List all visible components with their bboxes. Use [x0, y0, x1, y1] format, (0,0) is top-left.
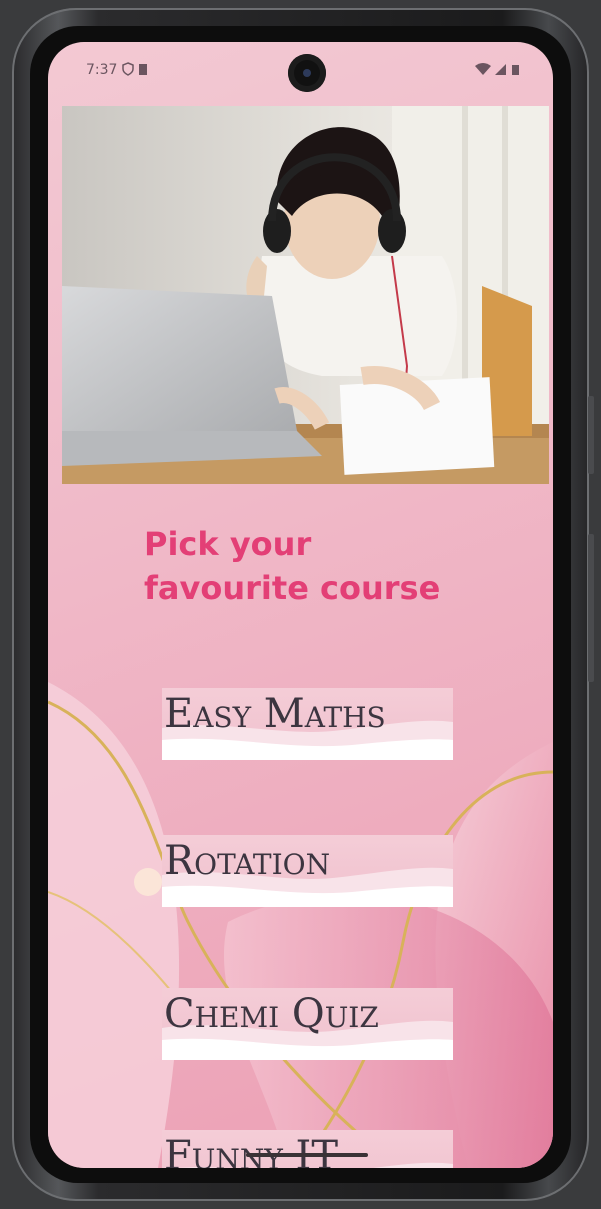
- page-title-line1: Pick your: [144, 525, 312, 563]
- course-label: Funny IT: [164, 1133, 339, 1168]
- hero-image: [62, 106, 549, 484]
- front-camera: [288, 54, 326, 92]
- course-label: Rotation: [164, 838, 331, 884]
- course-label: Chemi Quiz: [164, 991, 379, 1037]
- sim-card-icon: [139, 64, 147, 75]
- course-button-easy-maths[interactable]: Easy Maths: [162, 688, 453, 760]
- status-left-icons: [122, 62, 150, 79]
- page-title-line2: favourite course: [144, 569, 441, 607]
- course-button-chemi-quiz[interactable]: Chemi Quiz: [162, 988, 453, 1060]
- status-right-icons: [475, 62, 521, 79]
- gesture-nav-handle[interactable]: [246, 1153, 368, 1157]
- page-title: Pick your favourite course: [144, 522, 484, 610]
- app-screen: 7:37 Pick your favourite course Easy Mat…: [48, 42, 553, 1168]
- status-bar: 7:37: [48, 42, 553, 104]
- course-label: Easy Maths: [164, 691, 386, 737]
- course-button-rotation[interactable]: Rotation: [162, 835, 453, 907]
- battery-icon: [512, 65, 519, 75]
- volume-button: [588, 396, 594, 474]
- wifi-icon: [475, 63, 491, 75]
- status-time: 7:37: [86, 62, 118, 78]
- power-button: [588, 534, 594, 682]
- girl-with-laptop-photo: [62, 106, 549, 484]
- course-button-funny-it[interactable]: Funny IT: [162, 1130, 453, 1168]
- signal-icon: [495, 64, 506, 75]
- shield-icon: [122, 62, 134, 76]
